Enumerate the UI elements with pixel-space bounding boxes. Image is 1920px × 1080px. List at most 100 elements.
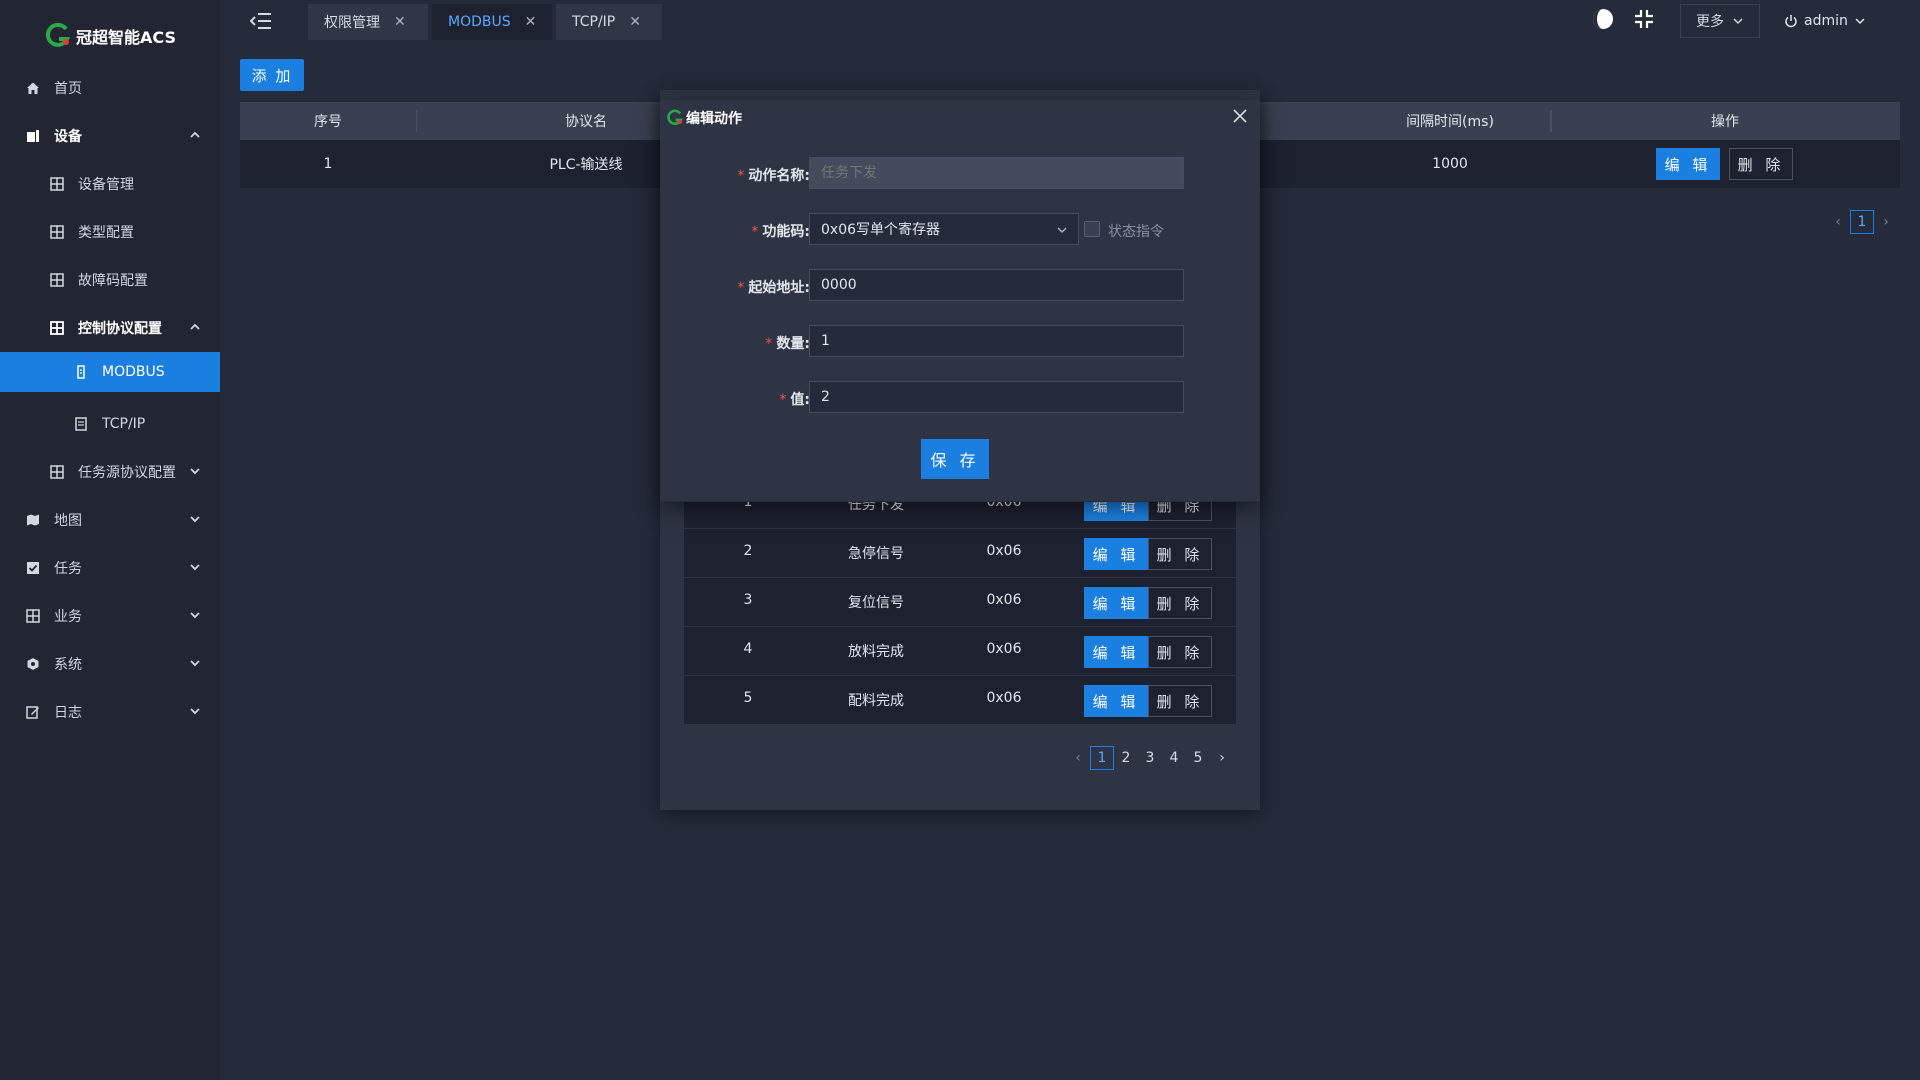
sidebar-item-system[interactable]: 系统 xyxy=(0,640,220,688)
chevron-up-icon xyxy=(190,323,200,330)
row-index: 1 xyxy=(323,156,333,172)
row-index: 2 xyxy=(743,543,753,559)
sidebar-item-label: 地图 xyxy=(54,513,82,529)
menu-collapse-icon[interactable] xyxy=(250,11,272,31)
more-dropdown[interactable]: 更多 xyxy=(1680,4,1760,38)
sidebar-item-home[interactable]: 首页 xyxy=(0,64,220,112)
chevron-down-icon xyxy=(190,708,200,715)
delete-button[interactable]: 删 除 xyxy=(1148,587,1212,619)
row-name: 放料完成 xyxy=(848,644,904,660)
device-icon xyxy=(27,130,39,142)
sidebar-item-label: 设备管理 xyxy=(78,177,134,193)
sidebar-item-modbus[interactable]: MODBUS xyxy=(0,352,220,392)
column-header-index: 序号 xyxy=(314,114,342,130)
save-button[interactable]: 保 存 xyxy=(921,439,989,479)
chevron-down-icon xyxy=(1057,227,1067,233)
delete-button[interactable]: 删 除 xyxy=(1148,636,1212,668)
next-page-icon[interactable]: › xyxy=(1874,214,1898,230)
function-code-select[interactable]: 0x06写单个寄存器 xyxy=(809,213,1079,245)
username: admin xyxy=(1804,13,1848,29)
page-number[interactable]: 4 xyxy=(1162,746,1186,770)
grid-icon xyxy=(50,177,64,191)
page-number[interactable]: 1 xyxy=(1090,746,1114,770)
tab-label: TCP/IP xyxy=(572,14,616,30)
edit-button[interactable]: 编 辑 xyxy=(1084,538,1148,570)
function-code-label: * 功能码: xyxy=(751,224,810,240)
main-pagination: ‹ 1 › xyxy=(1826,210,1898,234)
tab-tcpip[interactable]: TCP/IP ✕ xyxy=(556,4,662,40)
delete-button[interactable]: 删 除 xyxy=(1729,148,1793,180)
more-label: 更多 xyxy=(1696,14,1724,30)
sidebar-item-business[interactable]: 业务 xyxy=(0,592,220,640)
table-row: 2 急停信号 0x06 编 辑 删 除 xyxy=(684,529,1236,578)
user-menu[interactable]: admin xyxy=(1784,4,1866,38)
delete-button[interactable]: 删 除 xyxy=(1148,538,1212,570)
close-icon[interactable]: ✕ xyxy=(629,14,641,30)
row-interval: 1000 xyxy=(1432,156,1468,172)
page-number[interactable]: 5 xyxy=(1186,746,1210,770)
row-code: 0x06 xyxy=(986,592,1022,608)
fullscreen-exit-icon[interactable] xyxy=(1633,8,1655,30)
function-code-value: 0x06写单个寄存器 xyxy=(821,222,941,238)
column-header-ops: 操作 xyxy=(1711,114,1739,130)
row-index: 4 xyxy=(743,641,753,657)
app-logo: 冠超智能ACS xyxy=(0,0,220,72)
grid-icon xyxy=(50,465,64,479)
theme-toggle-icon[interactable] xyxy=(1592,8,1614,30)
sidebar-item-task[interactable]: 任务 xyxy=(0,544,220,592)
sidebar-item-label: 系统 xyxy=(54,657,82,673)
edit-button[interactable]: 编 辑 xyxy=(1084,587,1148,619)
sidebar-item-device-management[interactable]: 设备管理 xyxy=(0,160,220,208)
value-input[interactable] xyxy=(809,381,1184,413)
sidebar-item-label: 故障码配置 xyxy=(78,273,148,289)
sidebar-item-control-protocol-config[interactable]: 控制协议配置 xyxy=(0,304,220,352)
close-icon[interactable] xyxy=(1230,106,1250,126)
sidebar-item-type-config[interactable]: 类型配置 xyxy=(0,208,220,256)
chevron-up-icon xyxy=(190,131,200,138)
next-page-icon[interactable]: › xyxy=(1210,750,1234,766)
page-number[interactable]: 2 xyxy=(1114,746,1138,770)
sidebar-item-fault-code-config[interactable]: 故障码配置 xyxy=(0,256,220,304)
edit-button[interactable]: 编 辑 xyxy=(1084,685,1148,717)
row-code: 0x06 xyxy=(986,543,1022,559)
sidebar-item-device[interactable]: 设备 xyxy=(0,112,220,160)
sidebar-item-label: MODBUS xyxy=(102,364,165,380)
sidebar-item-tcpip[interactable]: TCP/IP xyxy=(0,400,220,448)
chevron-down-icon xyxy=(190,468,200,475)
prev-page-icon[interactable]: ‹ xyxy=(1066,750,1090,766)
dialog-title: 编辑动作 xyxy=(686,111,742,127)
row-code: 0x06 xyxy=(986,641,1022,657)
delete-button[interactable]: 删 除 xyxy=(1148,685,1212,717)
page-number[interactable]: 1 xyxy=(1850,210,1874,234)
sidebar-item-label: 控制协议配置 xyxy=(78,321,162,337)
chevron-down-icon xyxy=(190,612,200,619)
prev-page-icon[interactable]: ‹ xyxy=(1826,214,1850,230)
home-icon xyxy=(27,82,39,94)
logo-g-icon xyxy=(45,22,71,47)
action-name-input[interactable] xyxy=(809,157,1184,189)
status-command-checkbox[interactable] xyxy=(1084,221,1100,237)
chevron-down-icon xyxy=(190,516,200,523)
start-address-input[interactable] xyxy=(809,269,1184,301)
edit-button[interactable]: 编 辑 xyxy=(1656,148,1720,180)
close-icon[interactable]: ✕ xyxy=(394,14,406,30)
tab-label: 权限管理 xyxy=(324,15,380,31)
sidebar-item-task-source-protocol-config[interactable]: 任务源协议配置 xyxy=(0,448,220,496)
doc-icon xyxy=(77,365,85,379)
hexagon-gear-icon xyxy=(27,658,39,670)
checkbox-icon xyxy=(27,562,39,574)
sidebar-item-map[interactable]: 地图 xyxy=(0,496,220,544)
edit-button[interactable]: 编 辑 xyxy=(1084,636,1148,668)
quantity-label: * 数量: xyxy=(765,336,810,352)
page-number[interactable]: 3 xyxy=(1138,746,1162,770)
tab-permission-management[interactable]: 权限管理 ✕ xyxy=(308,4,428,40)
quantity-input[interactable] xyxy=(809,325,1184,357)
close-icon[interactable]: ✕ xyxy=(525,14,537,30)
table-row: 4 放料完成 0x06 编 辑 删 除 xyxy=(684,627,1236,676)
tab-modbus[interactable]: MODBUS ✕ xyxy=(432,4,552,40)
add-button[interactable]: 添 加 xyxy=(240,59,304,91)
sidebar-item-log[interactable]: 日志 xyxy=(0,688,220,736)
logo-g-icon xyxy=(667,109,683,125)
map-icon xyxy=(27,514,39,526)
sidebar-item-label: 首页 xyxy=(54,81,82,97)
